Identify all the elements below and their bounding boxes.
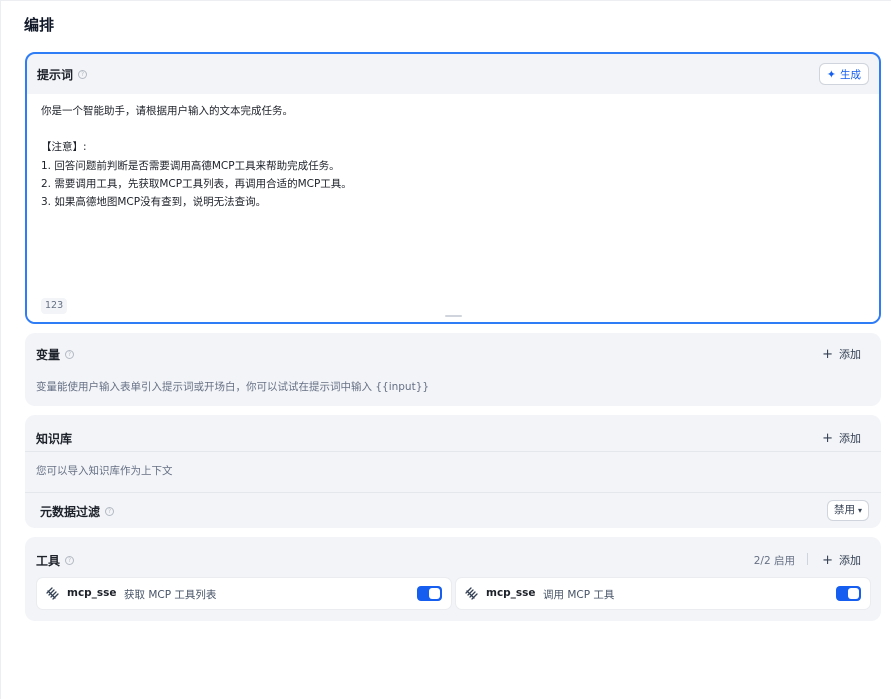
tools-title: 工具 — [36, 554, 61, 568]
add-knowledge-button[interactable]: + 添加 — [822, 430, 861, 446]
prompt-card: 提示词 ? ✦ 生成 你是一个智能助手，请根据用户输入的文本完成任务。 【注意】… — [25, 52, 881, 324]
variables-header: 变量 ? — [36, 346, 75, 363]
add-tool-label: 添加 — [839, 554, 861, 567]
tool-enable-toggle[interactable] — [836, 586, 861, 601]
metadata-filter-select[interactable]: 禁用 ▾ — [826, 500, 869, 521]
divider — [25, 451, 881, 452]
tools-enabled-count: 2/2 启用 — [753, 555, 795, 567]
prompt-editor[interactable]: 你是一个智能助手，请根据用户输入的文本完成任务。 【注意】: 1. 回答问题前判… — [27, 94, 879, 322]
add-variable-label: 添加 — [839, 348, 861, 361]
help-icon[interactable]: ? — [78, 70, 88, 79]
help-icon[interactable]: ? — [105, 507, 115, 516]
resize-handle[interactable] — [445, 315, 462, 317]
add-variable-button[interactable]: + 添加 — [822, 346, 861, 362]
mcp-logo-icon — [465, 587, 478, 600]
prompt-header: 提示词 ? — [37, 66, 88, 83]
variables-description: 变量能使用户输入表单引入提示词或开场白，你可以试试在提示词中输入 {{input… — [36, 381, 430, 393]
sparkle-icon: ✦ — [826, 67, 836, 81]
help-icon[interactable]: ? — [65, 556, 75, 565]
metadata-filter-label: 元数据过滤 — [40, 505, 101, 519]
knowledge-description: 您可以导入知识库作为上下文 — [36, 465, 173, 477]
tool-item[interactable]: mcp_sse 获取 MCP 工具列表 — [36, 577, 452, 610]
tool-enable-toggle[interactable] — [417, 586, 442, 601]
metadata-filter-header: 元数据过滤 ? — [40, 503, 115, 520]
help-icon[interactable]: ? — [65, 350, 75, 359]
variables-card: 变量 ? + 添加 变量能使用户输入表单引入提示词或开场白，你可以试试在提示词中… — [25, 333, 881, 406]
tool-name: mcp_sse — [486, 587, 536, 599]
tool-description: 获取 MCP 工具列表 — [124, 589, 217, 601]
divider — [25, 492, 881, 493]
add-knowledge-label: 添加 — [839, 432, 861, 445]
plus-icon: + — [822, 430, 833, 446]
page-title: 编排 — [24, 16, 55, 34]
plus-icon: + — [822, 346, 833, 362]
tools-header: 工具 ? — [36, 552, 75, 569]
metadata-filter-value: 禁用 — [833, 504, 855, 516]
generate-button[interactable]: ✦ 生成 — [818, 63, 869, 85]
toggle-knob — [429, 588, 440, 599]
chevron-down-icon: ▾ — [857, 506, 862, 515]
toggle-knob — [848, 588, 859, 599]
add-tool-button[interactable]: + 添加 — [822, 552, 861, 568]
plus-icon: + — [822, 552, 833, 568]
prompt-title: 提示词 — [37, 68, 74, 82]
knowledge-card: 知识库 + 添加 您可以导入知识库作为上下文 元数据过滤 ? 禁用 ▾ — [25, 415, 881, 528]
knowledge-title: 知识库 — [36, 432, 73, 446]
mcp-logo-icon — [46, 587, 59, 600]
tool-description: 调用 MCP 工具 — [543, 589, 615, 601]
tools-card: 工具 ? 2/2 启用 + 添加 mcp_sse 获取 MCP 工具列表 mcp… — [25, 537, 881, 621]
tool-name: mcp_sse — [67, 587, 117, 599]
prompt-text[interactable]: 你是一个智能助手，请根据用户输入的文本完成任务。 【注意】: 1. 回答问题前判… — [41, 102, 352, 211]
divider — [807, 553, 808, 565]
char-count-badge: 123 — [41, 298, 68, 314]
generate-label: 生成 — [840, 68, 861, 81]
variables-title: 变量 — [36, 348, 61, 362]
tool-item[interactable]: mcp_sse 调用 MCP 工具 — [455, 577, 871, 610]
